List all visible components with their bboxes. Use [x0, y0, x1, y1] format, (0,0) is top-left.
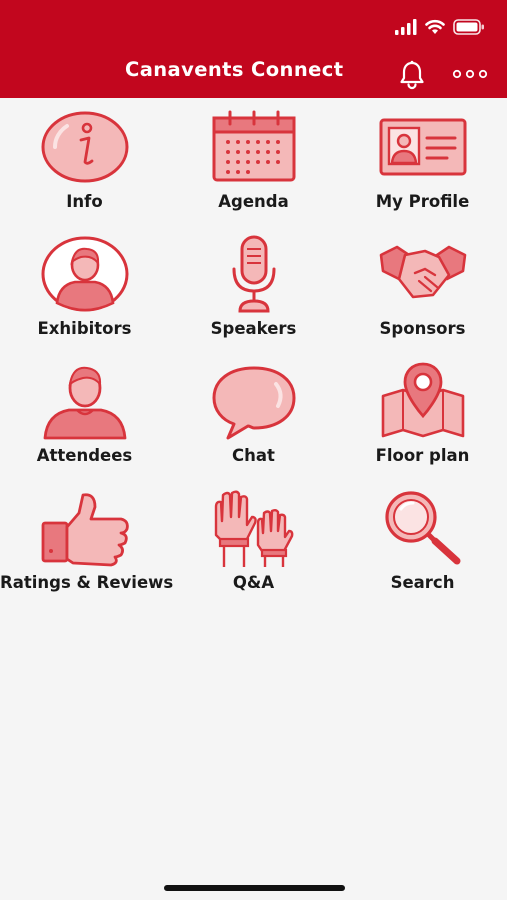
thumbs-up-icon [41, 493, 129, 567]
calendar-icon [212, 110, 296, 182]
menu-item-floor-plan[interactable]: Floor plan [338, 358, 507, 485]
menu-item-ratings-reviews[interactable]: Ratings & Reviews [0, 485, 174, 612]
wifi-icon [425, 19, 445, 34]
menu-item-label: Ratings & Reviews [0, 573, 174, 592]
menu-item-label: Q&A [232, 573, 275, 592]
menu-item-search[interactable]: Search [338, 485, 507, 612]
menu-item-label: Floor plan [375, 446, 470, 465]
menu-item-my-profile[interactable]: My Profile [338, 104, 507, 231]
status-bar [395, 16, 485, 38]
raised-hands-icon [214, 490, 294, 567]
magnifier-icon [385, 491, 461, 565]
app-title: Canavents Connect [125, 58, 344, 81]
menu-item-label: Agenda [218, 192, 289, 211]
microphone-icon [232, 235, 276, 313]
bell-icon[interactable] [396, 59, 428, 91]
map-pin-icon [381, 362, 465, 438]
menu-item-chat[interactable]: Chat [169, 358, 338, 485]
profile-card-icon [379, 118, 467, 176]
signal-icon [395, 19, 417, 35]
menu-item-label: Sponsors [379, 319, 466, 338]
attendee-person-icon [43, 366, 127, 440]
menu-item-attendees[interactable]: Attendees [0, 358, 169, 485]
menu-item-label: My Profile [375, 192, 470, 211]
more-dots-icon[interactable] [452, 66, 488, 82]
menu-item-agenda[interactable]: Agenda [169, 104, 338, 231]
app-header: Canavents Connect [0, 0, 507, 98]
menu-item-exhibitors[interactable]: Exhibitors [0, 231, 169, 358]
menu-item-speakers[interactable]: Speakers [169, 231, 338, 358]
home-indicator[interactable] [164, 885, 345, 891]
chat-bubble-icon [212, 366, 296, 440]
handshake-icon [379, 245, 467, 299]
menu-item-label: Exhibitors [37, 319, 132, 338]
menu-item-label: Speakers [210, 319, 297, 338]
menu-item-label: Attendees [36, 446, 133, 465]
menu-item-sponsors[interactable]: Sponsors [338, 231, 507, 358]
menu-item-label: Search [390, 573, 455, 592]
menu-item-info[interactable]: Info [0, 104, 169, 231]
info-icon [41, 111, 129, 183]
menu-item-label: Chat [232, 446, 275, 465]
menu-item-label: Info [66, 192, 103, 211]
battery-icon [453, 19, 484, 35]
menu-item-qa[interactable]: Q&A [169, 485, 338, 612]
exhibitor-person-icon [41, 236, 129, 312]
